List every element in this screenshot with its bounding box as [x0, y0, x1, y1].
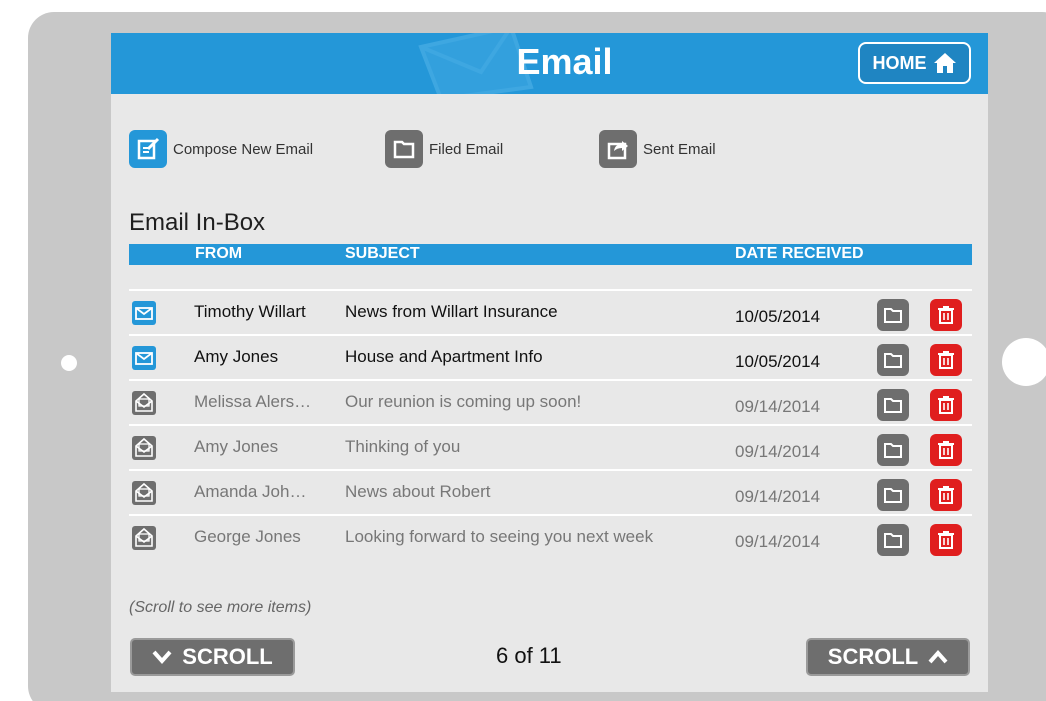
sent-email-button[interactable]: Sent Email — [599, 130, 716, 168]
inbox-column-header: FROM SUBJECT DATE RECEIVED — [129, 244, 972, 265]
folder-icon — [884, 533, 902, 548]
file-email-button[interactable] — [877, 434, 909, 466]
row-date: 09/14/2014 — [735, 487, 821, 506]
row-from: Amy Jones — [194, 347, 279, 366]
compose-new-email-button[interactable]: Compose New Email — [129, 130, 313, 168]
column-subject: SUBJECT — [345, 245, 420, 262]
row-date: 09/14/2014 — [735, 397, 821, 416]
table-row[interactable]: Amanda Joh… News about Robert 09/14/2014 — [129, 469, 972, 513]
inbox-title: Email In-Box — [129, 209, 266, 236]
row-subject: News from Willart Insurance — [345, 302, 558, 321]
trash-icon — [938, 441, 954, 459]
screen: Email HOME Compose New Email Filed Email… — [111, 33, 988, 692]
row-subject: Looking forward to seeing you next week — [345, 527, 654, 546]
delete-email-button[interactable] — [930, 479, 962, 511]
table-row[interactable]: Amy Jones House and Apartment Info 10/05… — [129, 334, 972, 378]
table-row[interactable]: George Jones Looking forward to seeing y… — [129, 514, 972, 558]
filed-email-button[interactable]: Filed Email — [385, 130, 503, 168]
delete-email-button[interactable] — [930, 344, 962, 376]
row-date: 10/05/2014 — [735, 307, 821, 326]
sent-icon — [599, 130, 637, 168]
compose-new-email-label: Compose New Email — [173, 140, 314, 158]
trash-icon — [938, 486, 954, 504]
home-button-label: HOME — [872, 52, 927, 73]
row-subject: Thinking of you — [345, 437, 461, 456]
filed-email-label: Filed Email — [429, 140, 504, 158]
read-envelope-icon — [132, 481, 156, 505]
row-date: 10/05/2014 — [735, 352, 821, 371]
home-button[interactable]: HOME — [858, 42, 971, 84]
file-email-button[interactable] — [877, 524, 909, 556]
folder-icon — [884, 308, 902, 323]
trash-icon — [938, 351, 954, 369]
file-email-button[interactable] — [877, 479, 909, 511]
folder-icon — [884, 398, 902, 413]
compose-icon — [129, 130, 167, 168]
app-header: Email HOME — [111, 33, 988, 94]
folder-icon — [385, 130, 423, 168]
row-from: Amanda Joh… — [194, 482, 307, 501]
column-from: FROM — [195, 245, 243, 262]
delete-email-button[interactable] — [930, 434, 962, 466]
trash-icon — [938, 396, 954, 414]
row-subject: House and Apartment Info — [345, 347, 543, 366]
scroll-up-label: SCROLL — [827, 644, 919, 669]
scroll-hint: (Scroll to see more items) — [129, 599, 312, 616]
row-from: Timothy Willart — [194, 302, 306, 321]
trash-icon — [938, 531, 954, 549]
table-row[interactable]: Timothy Willart News from Willart Insura… — [129, 289, 972, 333]
table-row[interactable]: Amy Jones Thinking of you 09/14/2014 — [129, 424, 972, 468]
chevron-down-icon — [152, 650, 172, 665]
row-date: 09/14/2014 — [735, 442, 821, 461]
file-email-button[interactable] — [877, 389, 909, 421]
file-email-button[interactable] — [877, 299, 909, 331]
file-email-button[interactable] — [877, 344, 909, 376]
delete-email-button[interactable] — [930, 299, 962, 331]
read-envelope-icon — [132, 391, 156, 415]
row-from: Melissa Alers… — [194, 392, 312, 411]
camera-dot — [61, 355, 77, 371]
sent-email-label: Sent Email — [643, 140, 716, 158]
column-date-received: DATE RECEIVED — [735, 245, 864, 262]
unread-envelope-icon — [132, 346, 156, 370]
row-subject: News about Robert — [345, 482, 491, 501]
scroll-down-label: SCROLL — [182, 644, 273, 669]
read-envelope-icon — [132, 526, 156, 550]
page-count: 6 of 11 — [496, 643, 562, 668]
page-title: Email — [516, 41, 613, 82]
house-icon — [933, 53, 956, 73]
row-subject: Our reunion is coming up soon! — [345, 392, 582, 411]
chevron-up-icon — [928, 649, 948, 664]
row-from: George Jones — [194, 527, 301, 546]
folder-icon — [884, 443, 902, 458]
unread-envelope-icon — [132, 301, 156, 325]
delete-email-button[interactable] — [930, 389, 962, 421]
scroll-up-button[interactable]: SCROLL — [806, 638, 970, 676]
read-envelope-icon — [132, 436, 156, 460]
row-date: 09/14/2014 — [735, 532, 821, 551]
row-from: Amy Jones — [194, 437, 279, 456]
folder-icon — [884, 353, 902, 368]
hardware-home-button[interactable] — [1002, 338, 1046, 386]
table-row[interactable]: Melissa Alers… Our reunion is coming up … — [129, 379, 972, 423]
trash-icon — [938, 306, 954, 324]
scroll-down-button[interactable]: SCROLL — [130, 638, 295, 676]
delete-email-button[interactable] — [930, 524, 962, 556]
folder-icon — [884, 488, 902, 503]
